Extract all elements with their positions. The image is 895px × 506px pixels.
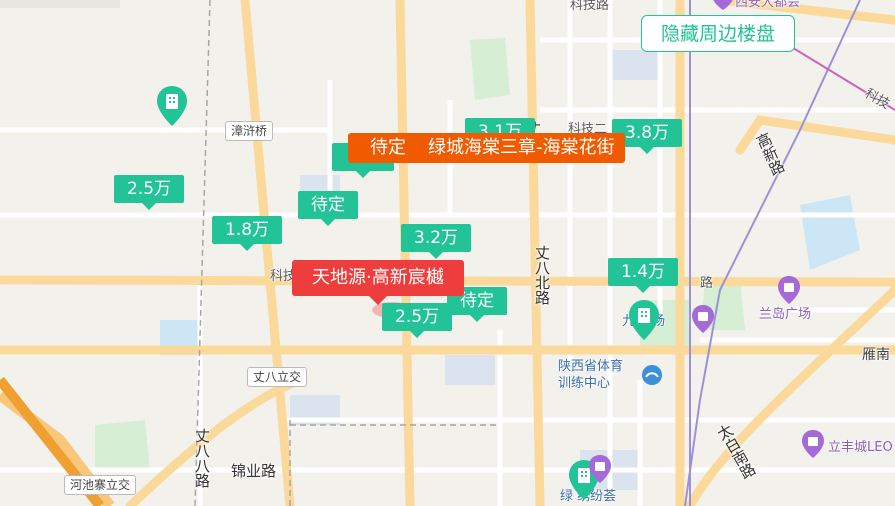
shopping-bag-icon[interactable] (692, 305, 714, 333)
place-label-yanan: 雁南 (862, 347, 890, 363)
current-project-label[interactable]: 天地源·高新宸樾 (292, 260, 464, 305)
place-label-lifeng: 立丰城LEO (828, 440, 893, 455)
building-pin-icon[interactable] (157, 86, 187, 126)
road-label-zhangba-north: 丈八北路 (533, 245, 551, 305)
place-label-landao: 兰岛广场 (759, 307, 812, 322)
place-label-zhangba-lijiao: 丈八立交 (247, 367, 308, 387)
shopping-bag-icon[interactable] (712, 0, 734, 10)
price-marker[interactable]: 3.2万 (401, 224, 472, 259)
place-label-hechi-lijiao: 河池寨立交 (64, 475, 137, 495)
map-canvas[interactable] (0, 0, 895, 506)
shopping-bag-icon[interactable] (802, 430, 824, 458)
shopping-bag-icon[interactable] (778, 276, 800, 304)
price-marker[interactable]: 2.5万 (382, 303, 453, 338)
nearby-project-status: 待定 (370, 137, 406, 158)
nearby-project-name: 绿城海棠三章-海棠花街 (428, 137, 615, 158)
price-marker[interactable]: 1.8万 (212, 216, 283, 251)
price-marker[interactable]: 2.5万 (114, 175, 185, 210)
place-label-jinye-road: 锦业路 (231, 462, 277, 480)
building-pin-icon[interactable] (629, 300, 659, 340)
place-label-shanxi-sport: 陕西省体育 训练中心 (558, 359, 624, 391)
nearby-project-highlight[interactable]: 待定 绿城海棠三章-海棠花街 (348, 133, 625, 163)
hide-nearby-projects-button[interactable]: 隐藏周边楼盘 (641, 15, 795, 52)
price-marker[interactable]: 1.4万 (608, 258, 679, 293)
shopping-bag-icon[interactable] (589, 455, 611, 483)
sports-center-icon[interactable] (641, 364, 663, 386)
place-label-zhanghuqiao: 漳浒桥 (225, 121, 274, 141)
place-label-road-right: 路 (700, 276, 714, 291)
road-label-zhangba-ba: 丈八八路 (193, 428, 211, 488)
place-label-top-poi: 西安大都会 (735, 0, 801, 10)
place-label-keji-top: 科技路 (570, 0, 610, 13)
price-marker[interactable]: 待定 (298, 191, 358, 226)
